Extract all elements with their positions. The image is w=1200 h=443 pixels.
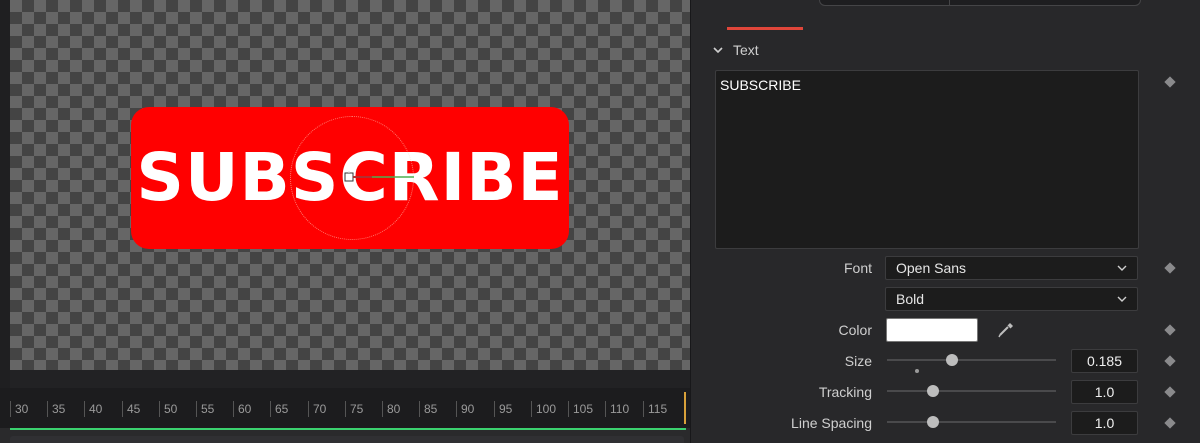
- line-spacing-slider-knob[interactable]: [927, 416, 939, 428]
- ruler-tick: 115: [643, 401, 667, 417]
- ruler-tick: 85: [419, 401, 437, 417]
- section-title: Text: [733, 42, 759, 58]
- active-tab-indicator: [727, 27, 803, 30]
- ruler-tick: 40: [84, 401, 102, 417]
- playhead[interactable]: [684, 392, 686, 424]
- size-slider-knob[interactable]: [946, 354, 958, 366]
- size-slider-track[interactable]: [887, 359, 1056, 361]
- styled-text-input[interactable]: SUBSCRIBE: [715, 70, 1139, 249]
- chevron-down-icon: [1117, 265, 1127, 271]
- tracking-slider-knob[interactable]: [927, 385, 939, 397]
- keyframe-diamond-icon[interactable]: [1164, 262, 1176, 274]
- eyedropper-icon[interactable]: [997, 321, 1015, 339]
- inspector-tabstrip: [691, 0, 1200, 30]
- keyframe-diamond-icon[interactable]: [1164, 386, 1176, 398]
- ruler-tick: 80: [382, 401, 400, 417]
- font-label: Font: [843, 260, 872, 276]
- inspector-panel: Text SUBSCRIBE Font Open Sans Bold Color…: [690, 0, 1200, 443]
- font-family-value: Open Sans: [896, 260, 967, 276]
- color-swatch[interactable]: [886, 318, 978, 342]
- keyframe-diamond-icon[interactable]: [1164, 76, 1176, 88]
- tracking-slider-track[interactable]: [887, 390, 1056, 392]
- size-default-marker: [915, 369, 919, 373]
- ruler-tick: 45: [122, 401, 140, 417]
- viewer-left-bar: [0, 0, 10, 388]
- keyframe-diamond-icon[interactable]: [1164, 355, 1176, 367]
- timeline-range-line: [10, 428, 686, 430]
- chevron-down-icon: [1117, 296, 1127, 302]
- ruler-tick: 90: [456, 401, 474, 417]
- ruler-tick: 55: [196, 401, 214, 417]
- center-handle-icon[interactable]: [344, 171, 414, 185]
- ruler-tick: 95: [494, 401, 512, 417]
- keyframe-diamond-icon[interactable]: [1164, 417, 1176, 429]
- line-spacing-label: Line Spacing: [791, 415, 872, 431]
- font-family-dropdown[interactable]: Open Sans: [885, 256, 1138, 280]
- viewer-bottom-bar: [10, 370, 690, 388]
- color-label: Color: [838, 322, 872, 338]
- ruler-tick: 35: [47, 401, 65, 417]
- font-style-dropdown[interactable]: Bold: [885, 287, 1138, 311]
- tracking-input[interactable]: 1.0: [1071, 380, 1138, 404]
- keyframe-diamond-icon[interactable]: [1164, 324, 1176, 336]
- timeline-track[interactable]: [10, 436, 684, 443]
- chevron-down-icon: [713, 47, 723, 54]
- line-spacing-input[interactable]: 1.0: [1071, 411, 1138, 435]
- size-label: Size: [844, 353, 872, 369]
- ruler-tick: 50: [159, 401, 177, 417]
- line-spacing-slider-track[interactable]: [887, 421, 1056, 423]
- text-section-header[interactable]: Text: [713, 40, 759, 60]
- ruler-tick: 75: [345, 401, 363, 417]
- timeline-ruler[interactable]: 30 35 40 45 50 55 60 65 70 75 80 85 90 9…: [0, 388, 690, 428]
- ruler-tick: 105: [568, 401, 593, 417]
- ruler-tick: 100: [531, 401, 556, 417]
- ruler-tick: 110: [605, 401, 629, 417]
- segmented-control[interactable]: [819, 0, 1141, 6]
- ruler-tick: 60: [233, 401, 251, 417]
- ruler-tick: 70: [308, 401, 326, 417]
- ruler-tick: 65: [270, 401, 288, 417]
- tracking-label: Tracking: [818, 384, 872, 400]
- segmented-divider: [949, 0, 950, 6]
- ruler-tick: 30: [10, 401, 28, 417]
- viewer-panel: SUBSCRIBE 30 35 40 45 50 55 60 65 70 75 …: [0, 0, 690, 443]
- font-style-value: Bold: [896, 291, 925, 307]
- size-input[interactable]: 0.185: [1071, 349, 1138, 373]
